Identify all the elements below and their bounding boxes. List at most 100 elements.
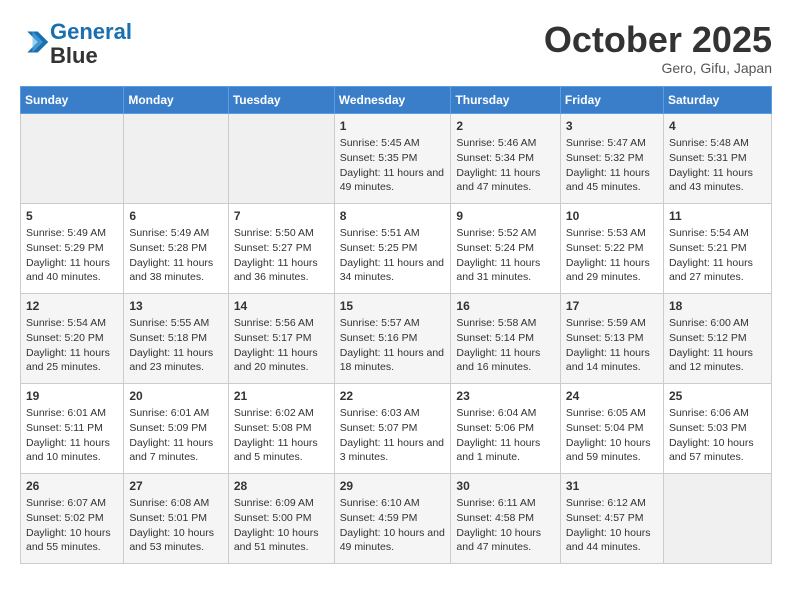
daylight: Daylight: 11 hours and 38 minutes. [129,257,213,284]
daylight: Daylight: 11 hours and 18 minutes. [340,347,444,374]
calendar-cell: 20Sunrise: 6:01 AMSunset: 5:09 PMDayligh… [124,383,228,473]
calendar-cell: 8Sunrise: 5:51 AMSunset: 5:25 PMDaylight… [334,203,451,293]
sunrise: Sunrise: 6:00 AM [669,317,749,329]
daylight: Daylight: 11 hours and 20 minutes. [234,347,318,374]
sunrise: Sunrise: 5:49 AM [129,227,209,239]
sunset: Sunset: 5:08 PM [234,422,312,434]
day-number: 4 [669,118,766,135]
weekday-header-wednesday: Wednesday [334,86,451,113]
weekday-header-thursday: Thursday [451,86,561,113]
daylight: Daylight: 11 hours and 47 minutes. [456,167,540,194]
day-number: 2 [456,118,555,135]
day-number: 15 [340,298,446,315]
day-number: 16 [456,298,555,315]
calendar-cell: 2Sunrise: 5:46 AMSunset: 5:34 PMDaylight… [451,113,561,203]
week-row-4: 19 Sunrise: 6:01 AM Sunset: 5:11 PM Dayligh… [21,383,772,473]
calendar-cell: 15Sunrise: 5:57 AMSunset: 5:16 PMDayligh… [334,293,451,383]
sunrise: Sunrise: 6:05 AM [566,407,646,419]
calendar-cell [21,113,124,203]
calendar-cell [124,113,228,203]
sunrise: Sunrise: 5:58 AM [456,317,536,329]
day-number: 19 [26,388,118,405]
sunrise: Sunrise: 6:02 AM [234,407,314,419]
daylight: Daylight: 10 hours and 57 minutes. [669,437,754,464]
daylight: Daylight: 11 hours and 31 minutes. [456,257,540,284]
daylight: Daylight: 10 hours and 44 minutes. [566,527,651,554]
sunrise: Sunrise: 6:07 AM [26,497,106,509]
sunset: Sunset: 5:17 PM [234,332,312,344]
sunrise: Sunrise: 5:48 AM [669,137,749,149]
week-row-2: 5Sunrise: 5:49 AMSunset: 5:29 PMDaylight… [21,203,772,293]
calendar-cell: 29Sunrise: 6:10 AMSunset: 4:59 PMDayligh… [334,473,451,563]
sunrise: Sunrise: 6:03 AM [340,407,420,419]
calendar-cell: 26Sunrise: 6:07 AMSunset: 5:02 PMDayligh… [21,473,124,563]
calendar-cell: 25Sunrise: 6:06 AMSunset: 5:03 PMDayligh… [663,383,771,473]
sunrise: Sunrise: 5:55 AM [129,317,209,329]
daylight: Daylight: 11 hours and 40 minutes. [26,257,110,284]
calendar-cell: 30Sunrise: 6:11 AMSunset: 4:58 PMDayligh… [451,473,561,563]
day-number: 25 [669,388,766,405]
calendar-cell: 21Sunrise: 6:02 AMSunset: 5:08 PMDayligh… [228,383,334,473]
day-number: 17 [566,298,658,315]
weekday-header-tuesday: Tuesday [228,86,334,113]
sunset: Sunset: 5:00 PM [234,512,312,524]
sunset: Sunset: 5:32 PM [566,152,644,164]
calendar-cell: 1Sunrise: 5:45 AMSunset: 5:35 PMDaylight… [334,113,451,203]
title-block: October 2025 Gero, Gifu, Japan [544,20,772,76]
calendar-cell [228,113,334,203]
day-number: 14 [234,298,329,315]
week-row-5: 26Sunrise: 6:07 AMSunset: 5:02 PMDayligh… [21,473,772,563]
daylight: Daylight: 11 hours and 36 minutes. [234,257,318,284]
daylight: Daylight: 11 hours and 49 minutes. [340,167,444,194]
calendar-cell: 13Sunrise: 5:55 AMSunset: 5:18 PMDayligh… [124,293,228,383]
calendar-cell: 23Sunrise: 6:04 AMSunset: 5:06 PMDayligh… [451,383,561,473]
sunset: Sunset: 5:35 PM [340,152,418,164]
daylight: Daylight: 10 hours and 51 minutes. [234,527,319,554]
day-number: 29 [340,478,446,495]
sunset: Sunset: 5:02 PM [26,512,104,524]
sunset: Sunset: 5:06 PM [456,422,534,434]
sunrise: Sunrise: 6:10 AM [340,497,420,509]
sunset: Sunset: 5:11 PM [26,422,103,434]
daylight: Daylight: 11 hours and 23 minutes. [129,347,213,374]
calendar-cell: 14Sunrise: 5:56 AMSunset: 5:17 PMDayligh… [228,293,334,383]
daylight: Daylight: 10 hours and 59 minutes. [566,437,651,464]
day-number: 11 [669,208,766,225]
daylight: Daylight: 11 hours and 27 minutes. [669,257,753,284]
sunrise: Sunrise: 5:49 AM [26,227,106,239]
weekday-header-saturday: Saturday [663,86,771,113]
sunrise: Sunrise: 6:08 AM [129,497,209,509]
sunrise: Sunrise: 5:50 AM [234,227,314,239]
day-number: 8 [340,208,446,225]
calendar-cell: 16Sunrise: 5:58 AMSunset: 5:14 PMDayligh… [451,293,561,383]
sunrise: Sunrise: 5:46 AM [456,137,536,149]
sunrise: Sunrise: 6:01 AM [129,407,209,419]
logo-icon [22,28,50,56]
sunrise: Sunrise: 5:54 AM [669,227,749,239]
sunrise: Sunrise: 6:12 AM [566,497,646,509]
day-number: 7 [234,208,329,225]
daylight: Daylight: 11 hours and 29 minutes. [566,257,650,284]
weekday-header-row: SundayMondayTuesdayWednesdayThursdayFrid… [21,86,772,113]
week-row-1: 1Sunrise: 5:45 AMSunset: 5:35 PMDaylight… [21,113,772,203]
day-number: 28 [234,478,329,495]
page-header: GeneralBlue October 2025 Gero, Gifu, Jap… [20,20,772,76]
calendar-cell: 27Sunrise: 6:08 AMSunset: 5:01 PMDayligh… [124,473,228,563]
daylight: Daylight: 11 hours and 45 minutes. [566,167,650,194]
month-title: October 2025 [544,20,772,60]
day-number: 12 [26,298,118,315]
sunset: Sunset: 5:25 PM [340,242,418,254]
day-number: 10 [566,208,658,225]
sunset: Sunset: 5:16 PM [340,332,418,344]
weekday-header-friday: Friday [560,86,663,113]
day-number: 5 [26,208,118,225]
calendar-cell: 3Sunrise: 5:47 AMSunset: 5:32 PMDaylight… [560,113,663,203]
day-number: 20 [129,388,222,405]
calendar-cell [663,473,771,563]
day-number: 31 [566,478,658,495]
day-number: 22 [340,388,446,405]
sunrise: Sunrise: 6:04 AM [456,407,536,419]
day-number: 3 [566,118,658,135]
daylight: Daylight: 11 hours and 5 minutes. [234,437,318,464]
sunset: Sunset: 5:03 PM [669,422,747,434]
